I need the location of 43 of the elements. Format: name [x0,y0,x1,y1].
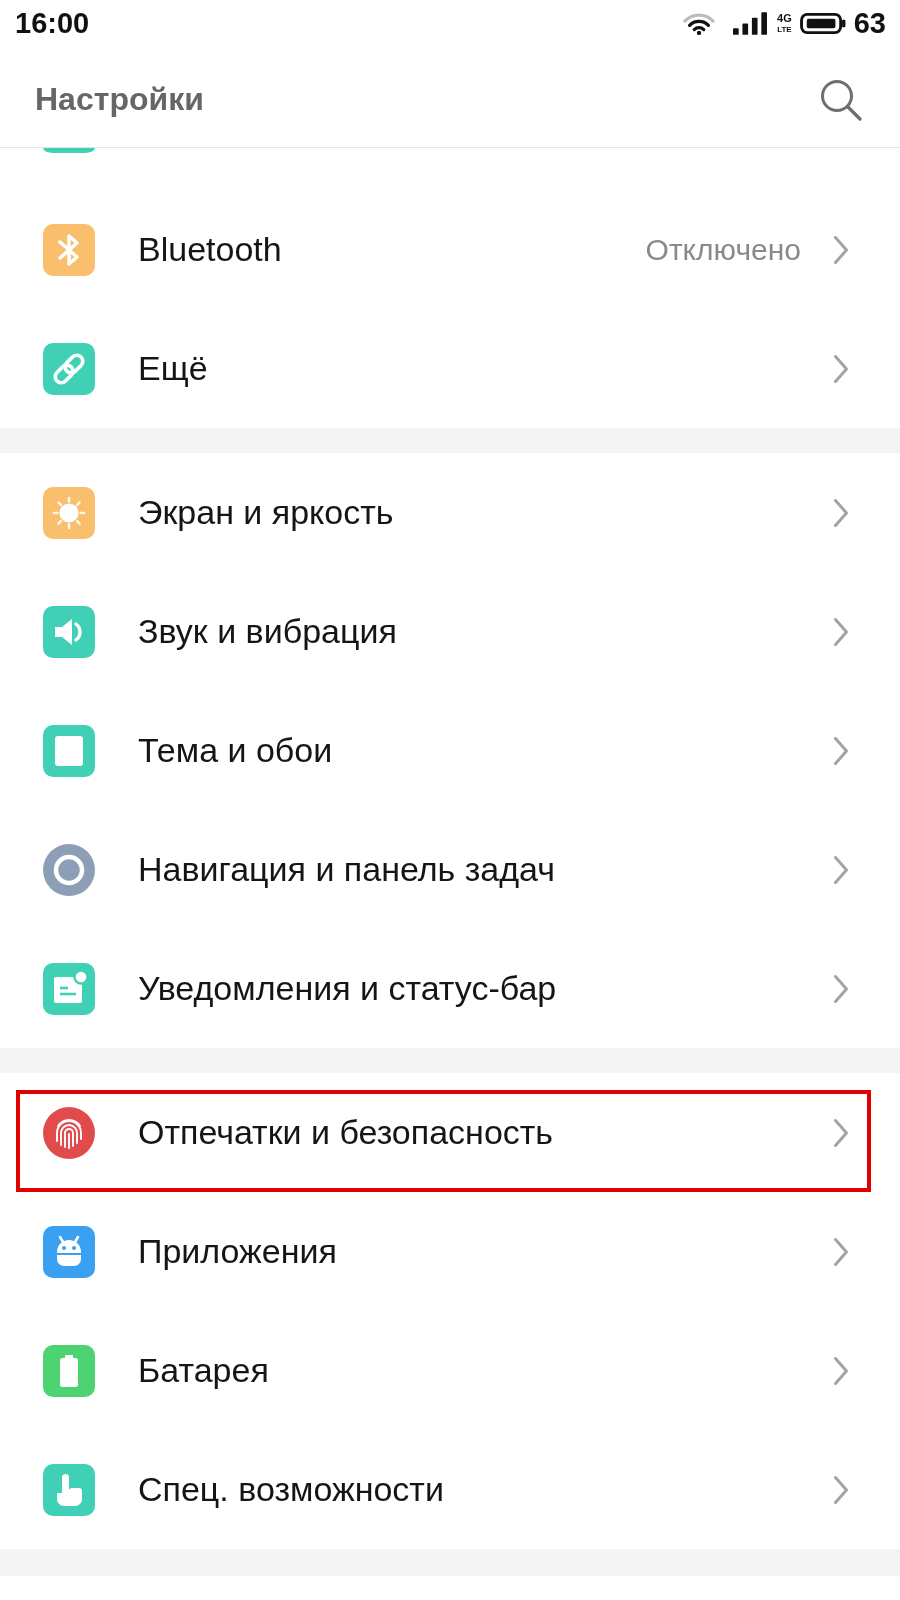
setting-label: Приложения [138,1232,338,1271]
chevron-icon [833,497,849,528]
setting-label: Уведомления и статус-бар [138,969,558,1008]
chevron-icon [833,353,849,384]
signal-icon [733,11,768,35]
lte-label: LTE [777,25,792,34]
chevron-icon [833,854,849,885]
link-icon [43,342,95,395]
chevron-icon [833,234,849,265]
setting-value: Отключено [645,232,801,267]
pointing-hand-icon [43,1463,95,1516]
chevron-icon [833,616,849,647]
square-icon [43,724,95,777]
page-title: Настройки [35,81,204,118]
setting-label: Экран и яркость [138,493,395,532]
chevron-icon [833,1355,849,1386]
setting-label: Звук и вибрация [138,612,398,651]
status-time: 16:00 [15,6,90,40]
chevron-icon [833,1117,849,1148]
sun-icon [43,486,95,539]
setting-label: Отпечатки и безопасность [138,1113,555,1152]
setting-label: Ещё [138,349,209,388]
setting-label: Навигация и панель задач [138,850,556,889]
battery-icon [43,1344,95,1397]
speaker-icon [43,605,95,658]
chevron-icon [833,1236,849,1267]
setting-label: Спец. возможности [138,1470,445,1509]
setting-label: Bluetooth [138,230,283,269]
search-icon[interactable] [820,78,862,121]
battery-icon [799,12,846,34]
chevron-icon [833,973,849,1004]
chevron-icon [833,735,849,766]
cropped-icon [43,148,95,153]
fingerprint-icon [43,1106,95,1159]
notification-card-icon [43,962,95,1015]
robot-head-icon [43,1225,95,1278]
bluetooth-icon [43,223,95,276]
ring-icon [43,843,95,896]
setting-label: Тема и обои [138,731,334,770]
chevron-icon [833,1474,849,1505]
setting-label: Батарея [138,1351,270,1390]
network-label: 4G [777,12,792,24]
battery-percentage: 63 [853,6,886,40]
